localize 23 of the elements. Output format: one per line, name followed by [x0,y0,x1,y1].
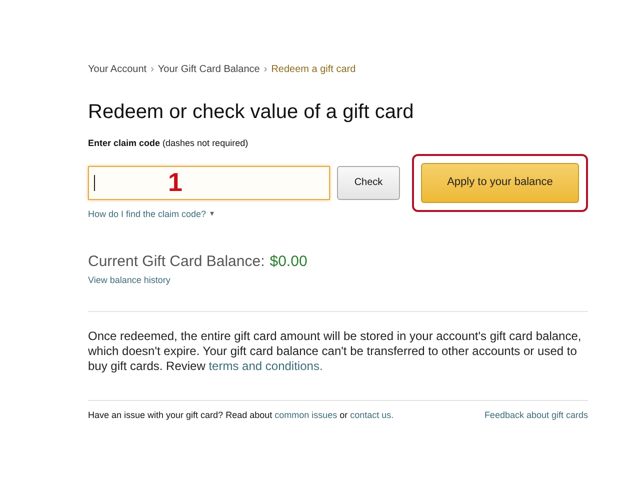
balance-history-link[interactable]: View balance history [88,274,588,287]
breadcrumb-separator: › [264,62,268,76]
breadcrumb-link[interactable]: Your Gift Card Balance [158,62,260,76]
feedback-link[interactable]: Feedback about gift cards [484,409,588,422]
caret-icon: ▾ [210,208,214,220]
breadcrumb-link[interactable]: Redeem a gift card [271,62,356,76]
terms-link[interactable]: terms and conditions. [208,359,323,373]
step-number: 1 [168,166,182,196]
breadcrumb-separator: › [150,62,154,76]
page-title: Redeem or check value of a gift card [88,100,415,124]
breadcrumb-link[interactable]: Your Account [88,62,147,76]
field-label: Enter claim code (dashes not required) [88,137,250,150]
claim-code-field[interactable] [88,166,330,200]
footer-text: Have an issue with your gift card? Read about common issues or contact us. [88,409,394,422]
balance-label: Current Gift Card Balance: [88,252,265,272]
info-paragraph: Once redeemed, the entire gift card amount will be stored in your account's gift card balance, which doesn't expire. Your gift card balance can't be transferred to other accounts or used to buy gift cards. Review terms and conditions. [88,329,582,374]
apply-button[interactable]: Apply to your balance [421,162,579,202]
balance-amount: $0.00 [270,252,308,272]
text-cursor [94,174,95,190]
footer-link[interactable]: common issues [274,410,338,420]
footer-link[interactable]: contact us. [350,410,394,420]
check-button[interactable]: Check [337,166,400,200]
help-link[interactable]: How do I find the claim code? [88,208,206,221]
